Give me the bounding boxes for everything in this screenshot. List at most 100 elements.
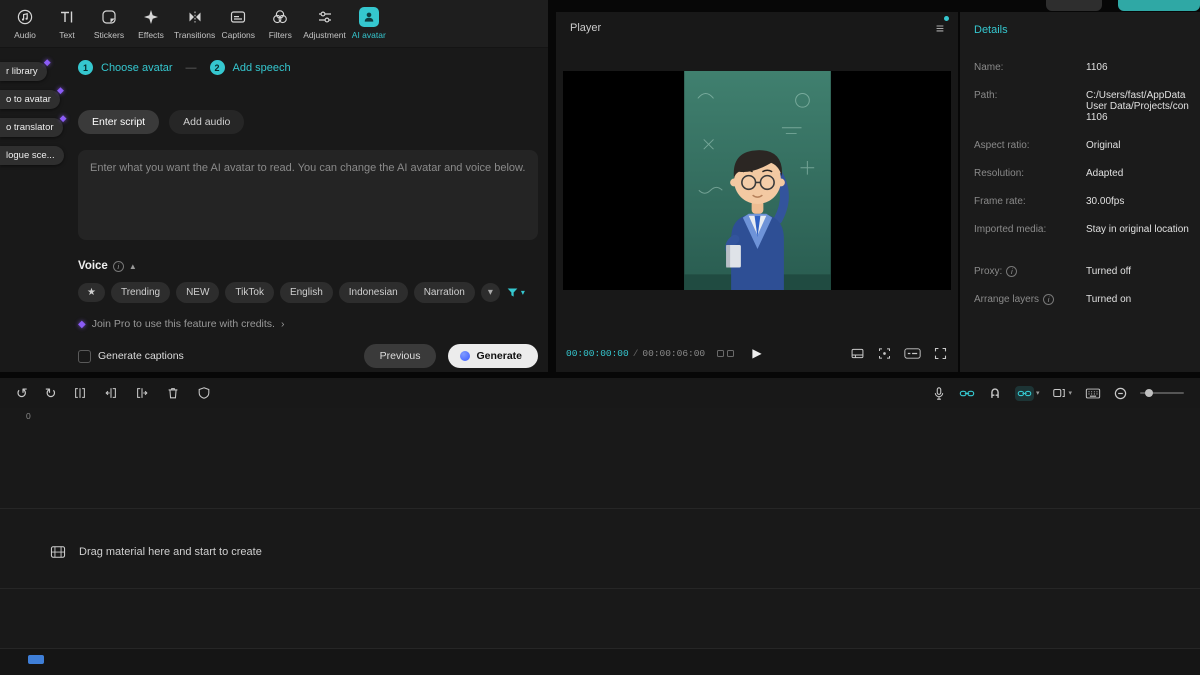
detail-value: Turned off bbox=[1086, 266, 1200, 277]
generate-button[interactable]: Generate bbox=[448, 344, 538, 368]
mask-icon[interactable] bbox=[197, 386, 211, 400]
sidebar-item-photo-to-avatar[interactable]: o to avatar ◆ bbox=[0, 90, 60, 109]
detail-value: 1106 bbox=[1086, 62, 1200, 73]
toolbar-item-effects[interactable]: Effects bbox=[130, 7, 172, 40]
collapse-icon[interactable]: ▲ bbox=[129, 262, 137, 271]
step-1-label: Choose avatar bbox=[101, 62, 173, 74]
player-panel: Player ≡ bbox=[556, 12, 958, 372]
clip-options[interactable]: ▾ bbox=[1052, 386, 1072, 400]
more-chips-dropdown[interactable]: ▾ bbox=[481, 283, 500, 302]
toolbar-item-captions[interactable]: Captions bbox=[217, 7, 259, 40]
detail-label: Name: bbox=[974, 62, 1086, 73]
flyout-label: logue sce... bbox=[6, 150, 55, 161]
pro-diamond-icon: ◆ bbox=[57, 85, 64, 96]
timeline-area[interactable]: 0 Drag material here and start to create bbox=[0, 408, 1200, 675]
detail-row-frame-rate: Frame rate: 30.00fps bbox=[974, 196, 1200, 207]
timeline-empty-message: Drag material here and start to create bbox=[79, 546, 262, 558]
chip-trending[interactable]: Trending bbox=[111, 282, 170, 303]
toolbar-item-transitions[interactable]: Transitions bbox=[172, 7, 217, 40]
script-input[interactable] bbox=[78, 150, 538, 240]
ruler-zero-label: 0 bbox=[26, 411, 31, 421]
detail-value: Stay in original location bbox=[1086, 224, 1200, 235]
funnel-icon bbox=[506, 286, 519, 299]
microphone-icon[interactable] bbox=[932, 386, 946, 401]
split-icon[interactable] bbox=[73, 386, 87, 400]
generate-captions-checkbox[interactable] bbox=[78, 350, 91, 363]
sidebar-item-avatar-library[interactable]: r library ◆ bbox=[0, 62, 47, 81]
track-divider bbox=[0, 588, 1200, 589]
chip-narration[interactable]: Narration bbox=[414, 282, 475, 303]
delete-left-icon[interactable] bbox=[104, 386, 118, 400]
detail-value: Original bbox=[1086, 140, 1200, 151]
toolbar-item-adjustment[interactable]: Adjustment bbox=[301, 7, 348, 40]
timeline-toolbar: ↺ ↻ ▾ ▾ bbox=[0, 378, 1200, 408]
export-button-partial[interactable] bbox=[1118, 0, 1200, 11]
pro-banner[interactable]: ◆ Join Pro to use this feature with cred… bbox=[78, 318, 284, 330]
play-button[interactable]: ▶ bbox=[752, 346, 761, 360]
delete-icon[interactable] bbox=[166, 386, 180, 400]
focus-icon[interactable] bbox=[877, 346, 892, 361]
sidebar-item-video-translator[interactable]: o translator ◆ bbox=[0, 118, 63, 137]
zoom-slider-knob[interactable] bbox=[1145, 389, 1153, 397]
delete-right-icon[interactable] bbox=[135, 386, 149, 400]
tab-enter-script[interactable]: Enter script bbox=[78, 110, 159, 134]
toolbar-label: Captions bbox=[221, 30, 255, 40]
chip-english[interactable]: English bbox=[280, 282, 333, 303]
toolbar-item-filters[interactable]: Filters bbox=[259, 7, 301, 40]
transitions-icon bbox=[186, 7, 204, 27]
media-toolbar: Audio Text Stickers Effects Transitions bbox=[0, 0, 548, 48]
chevron-down-icon: ▾ bbox=[1068, 389, 1072, 397]
toolbar-item-text[interactable]: Text bbox=[46, 7, 88, 40]
voice-filter-button[interactable]: ▾ bbox=[506, 286, 525, 299]
voice-label: Voice bbox=[78, 260, 108, 272]
toolbar-label: Stickers bbox=[94, 30, 124, 40]
ratio-icon[interactable] bbox=[850, 346, 865, 361]
info-icon: i bbox=[1043, 294, 1054, 305]
toolbar-label: Filters bbox=[269, 30, 292, 40]
magnet-icon[interactable] bbox=[988, 386, 1002, 400]
timeline-zoom-slider[interactable] bbox=[1140, 392, 1184, 394]
info-icon: i bbox=[1006, 266, 1017, 277]
chevron-right-icon: › bbox=[281, 318, 285, 330]
tab-add-audio[interactable]: Add audio bbox=[169, 110, 244, 134]
detail-label: Arrange layersi bbox=[974, 294, 1086, 305]
chip-new[interactable]: NEW bbox=[176, 282, 219, 303]
detail-value: C:/Users/fast/AppData User Data/Projects… bbox=[1086, 90, 1200, 123]
toolbar-item-stickers[interactable]: Stickers bbox=[88, 7, 130, 40]
toolbar-item-ai-avatar[interactable]: AI avatar bbox=[348, 7, 390, 40]
chip-indonesian[interactable]: Indonesian bbox=[339, 282, 408, 303]
player-menu-icon[interactable]: ≡ bbox=[936, 21, 944, 35]
voice-section-header[interactable]: Voice i ▲ bbox=[78, 260, 137, 272]
detail-row-arrange-layers: Arrange layersi Turned on bbox=[974, 294, 1200, 305]
previous-button[interactable]: Previous bbox=[364, 344, 437, 368]
current-time: 00:00:00:00 bbox=[566, 348, 629, 359]
voice-filter-chips: ★ Trending NEW TikTok English Indonesian… bbox=[78, 282, 525, 303]
zoom-out-icon[interactable] bbox=[1114, 387, 1127, 400]
pro-diamond-icon: ◆ bbox=[44, 57, 51, 68]
detail-label: Frame rate: bbox=[974, 196, 1086, 207]
keyboard-shortcuts-icon[interactable] bbox=[1085, 387, 1101, 400]
titlebar-button-partial[interactable] bbox=[1046, 0, 1102, 11]
step-separator: — bbox=[186, 62, 197, 74]
timeline-empty-state: Drag material here and start to create bbox=[50, 545, 262, 559]
frame-grid-icon-1[interactable] bbox=[717, 350, 724, 357]
timeline-scroll-thumb[interactable] bbox=[28, 655, 44, 664]
ai-avatar-panel: Audio Text Stickers Effects Transitions bbox=[0, 0, 548, 372]
chip-tiktok[interactable]: TikTok bbox=[225, 282, 274, 303]
sync-icon[interactable] bbox=[959, 387, 975, 400]
step-1-number: 1 bbox=[78, 60, 93, 75]
toolbar-item-audio[interactable]: Audio bbox=[4, 7, 46, 40]
redo-icon[interactable]: ↻ bbox=[45, 386, 57, 400]
video-preview[interactable] bbox=[563, 71, 951, 290]
frame-grid-icon-2[interactable] bbox=[727, 350, 734, 357]
sidebar-item-dialogue-scene[interactable]: logue sce... bbox=[0, 146, 64, 165]
preview-quality-badge[interactable] bbox=[904, 347, 921, 360]
fullscreen-icon[interactable] bbox=[933, 346, 948, 361]
undo-icon[interactable]: ↺ bbox=[16, 386, 28, 400]
link-toggle[interactable]: ▾ bbox=[1015, 386, 1040, 401]
media-icon bbox=[50, 545, 66, 559]
info-icon: i bbox=[113, 261, 124, 272]
favorites-chip[interactable]: ★ bbox=[78, 283, 105, 302]
detail-value: Turned on bbox=[1086, 294, 1200, 305]
avatar-video-still bbox=[684, 71, 831, 290]
